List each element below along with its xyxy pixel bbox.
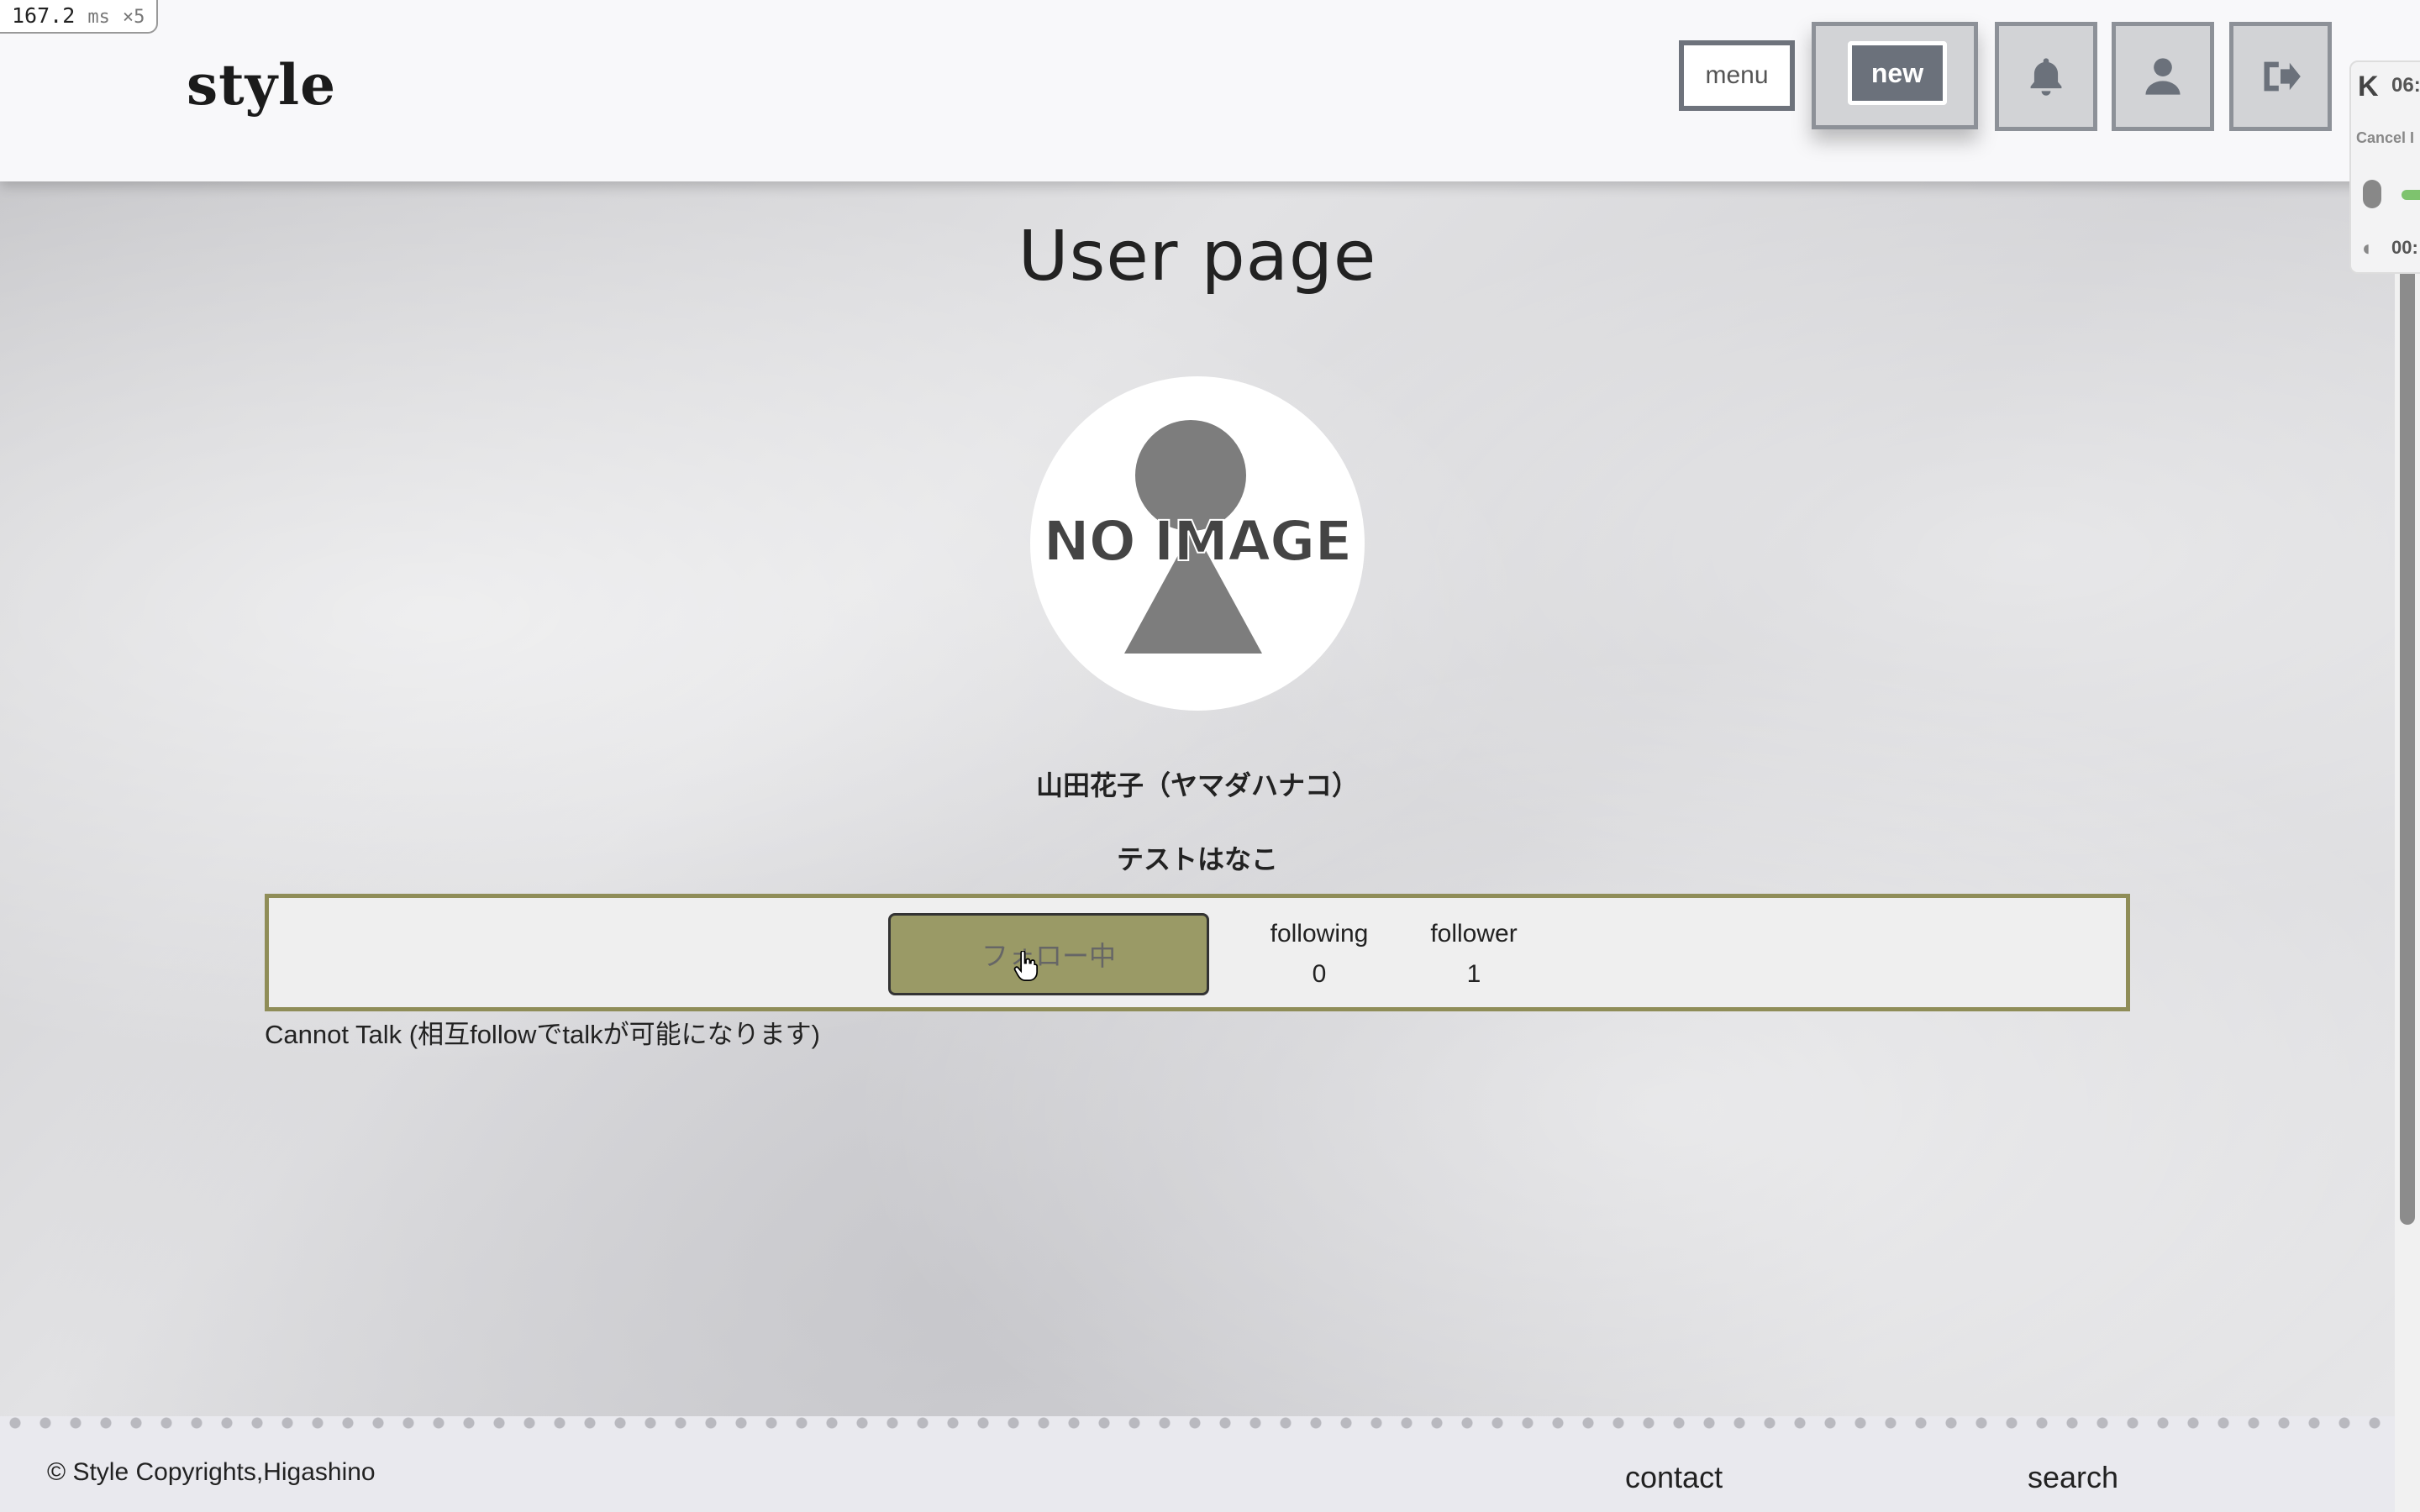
user-nickname: テストはなこ	[1116, 844, 1278, 874]
follow-status-button[interactable]: フォロー中	[888, 913, 1209, 995]
microphone-icon	[2363, 180, 2381, 208]
site-footer: © Style Copyrights,Higashino contact sea…	[0, 1416, 2395, 1512]
perf-multiplier: ×5	[122, 7, 145, 28]
following-stat[interactable]: following 0	[1252, 920, 1386, 989]
follow-panel: フォロー中 following 0 follower 1	[265, 894, 2130, 1011]
bell-icon	[2030, 58, 2062, 96]
perf-unit: ms	[87, 7, 110, 28]
avatar: NO IMAGE	[1030, 376, 1365, 711]
talk-status-note: Cannot Talk (相互followでtalkが可能になります)	[265, 1020, 820, 1049]
contact-link[interactable]: contact	[1625, 1460, 1723, 1495]
user-icon	[2145, 58, 2181, 95]
page-title: User page	[1018, 217, 1377, 297]
menu-button[interactable]: menu	[1679, 40, 1795, 111]
hand-cursor-icon	[1013, 951, 1039, 981]
new-button[interactable]: new	[1848, 41, 1947, 105]
logout-button[interactable]	[2229, 22, 2332, 131]
widget-time-2: 00:	[2391, 237, 2418, 258]
footer-dotted-border	[0, 1416, 2395, 1430]
user-full-name: 山田花子（ヤマダハナコ）	[1035, 770, 1359, 801]
follower-label: follower	[1430, 920, 1518, 948]
logout-icon	[2264, 61, 2301, 92]
mic-level-bar	[2402, 190, 2420, 200]
recording-widget[interactable]: K 06: Cancel I ◖ 00:	[2349, 60, 2420, 274]
speaker-icon: ◖	[2360, 235, 2373, 260]
following-count: 0	[1312, 960, 1327, 988]
profile-button[interactable]	[2112, 22, 2214, 131]
widget-cancel-button[interactable]: Cancel I	[2356, 129, 2414, 147]
following-label: following	[1270, 920, 1369, 948]
widget-logo: K	[2358, 71, 2379, 102]
site-logo[interactable]: style	[187, 52, 336, 118]
perf-value: 167.2	[12, 3, 76, 28]
new-button-container[interactable]: new	[1812, 22, 1978, 129]
notifications-button[interactable]	[1995, 22, 2097, 131]
copyright-text: © Style Copyrights,Higashino	[47, 1458, 376, 1486]
perf-badge: 167.2 ms ×5	[0, 0, 159, 34]
widget-time: 06:	[2391, 74, 2420, 97]
site-header: style menu new	[0, 0, 2420, 181]
search-link[interactable]: search	[2028, 1460, 2118, 1495]
follower-stat[interactable]: follower 1	[1407, 920, 1541, 989]
follower-count: 1	[1466, 960, 1481, 988]
no-image-text: NO IMAGE	[1043, 508, 1354, 575]
